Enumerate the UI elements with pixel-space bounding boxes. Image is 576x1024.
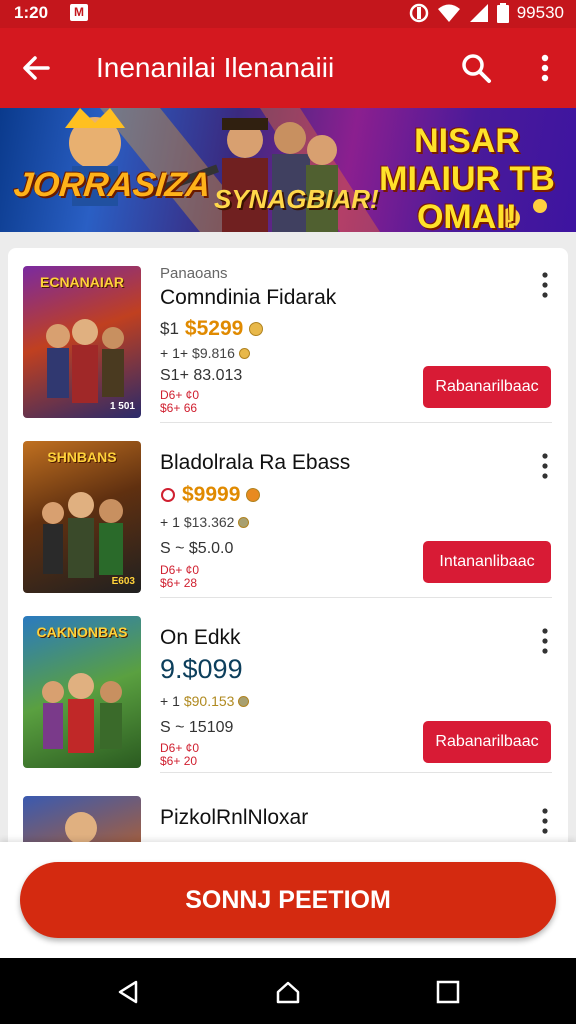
signal-icon <box>469 4 488 22</box>
sub-price-row: + 1 $13.362 <box>160 514 250 530</box>
product-price: $5299 <box>184 317 244 340</box>
coin-icon <box>238 347 250 359</box>
buy-button[interactable]: Intananlibaac <box>423 541 551 583</box>
banner-right-text: NISAR MIAIUR TB OMAI! <box>379 122 555 232</box>
list-item[interactable]: ECNANAIAR 1 501 Panaoans Comndinia Fidar… <box>8 248 568 423</box>
price-row: $1 $5299 <box>160 317 264 341</box>
product-thumbnail: CAKNONBAS <box>23 616 141 768</box>
thumbnail-tag: 1 501 <box>109 401 135 412</box>
sub-price-row: + 1+ $9.816 <box>160 345 250 361</box>
sub-price-value: $90.153 <box>183 693 235 709</box>
sub-price-prefix: + 1 <box>160 693 180 709</box>
sub-price-row: + 1 $90.153 <box>160 693 250 709</box>
product-category: Panaoans <box>160 265 228 282</box>
back-arrow-icon[interactable] <box>18 50 54 86</box>
coin-icon <box>249 322 264 336</box>
app-title: Inenanilai Ilenanaiii <box>96 52 335 83</box>
more-vert-icon[interactable] <box>530 50 560 86</box>
sub-price-prefix: + 1 <box>160 514 180 530</box>
primary-action-button[interactable]: SONNJ PEETIOM <box>20 862 556 938</box>
buy-button[interactable]: Rabanarilbaac <box>423 366 551 408</box>
more-vert-icon[interactable] <box>536 270 554 300</box>
price-note-2: $6+ 28 <box>160 576 198 590</box>
sync-icon <box>409 3 428 23</box>
sub-price-value: $13.362 <box>183 514 235 530</box>
more-vert-icon[interactable] <box>536 451 554 481</box>
thumbnail-title: SHNBANS <box>47 449 117 465</box>
status-time: 1:20 <box>14 3 49 22</box>
product-name: PizkolRnlNloxar <box>160 806 309 829</box>
list-item[interactable]: SHNBANS E603 Bladolrala Ra Ebass $9999 +… <box>8 423 568 598</box>
product-name: On Edkk <box>160 626 241 649</box>
price-note-2: $6+ 66 <box>160 401 198 415</box>
list-item[interactable]: CAKNONBAS On Edkk 9.$099 + 1 $90.153 S ~… <box>8 598 568 773</box>
product-list: ECNANAIAR 1 501 Panaoans Comndinia Fidar… <box>8 248 568 898</box>
more-vert-icon[interactable] <box>536 626 554 656</box>
banner-center-text: SYNAGBIAR! <box>214 184 379 214</box>
price-row: $9999 <box>160 483 261 507</box>
thumbnail-title: ECNANAIAR <box>40 274 124 290</box>
coin-icon <box>238 516 250 528</box>
product-thumbnail: SHNBANS E603 <box>23 441 141 593</box>
coin-icon <box>238 695 250 707</box>
sub-price-prefix: + 1+ <box>160 345 189 361</box>
search-icon[interactable] <box>458 50 494 86</box>
status-bar: 1:20 M 99530 <box>0 0 576 28</box>
price-note-2: $6+ 20 <box>160 754 198 768</box>
product-name: Bladolrala Ra Ebass <box>160 451 351 474</box>
secondary-price: S1+ 83.013 <box>160 367 243 384</box>
sub-price-value: $9.816 <box>192 345 235 361</box>
secondary-price: S ~ $5.0.0 <box>160 540 234 557</box>
price-prefix: $1 <box>160 319 179 338</box>
promo-banner[interactable]: JORRASIZA SYNAGBIAR! NISAR MIAIUR TB OMA… <box>0 108 576 232</box>
status-icons: 99530 <box>409 3 564 23</box>
banner-left-text: JORRASIZA <box>12 166 213 204</box>
product-thumbnail: ECNANAIAR 1 501 <box>23 266 141 418</box>
notification-icon: M <box>70 4 88 21</box>
more-vert-icon[interactable] <box>536 806 554 836</box>
divider <box>160 772 552 773</box>
secondary-price: S ~ 15109 <box>160 719 234 736</box>
battery-text: 99530 <box>516 3 564 22</box>
recents-nav-icon[interactable] <box>434 978 462 1006</box>
coin-icon <box>246 488 261 502</box>
price-row: 9.$099 <box>160 654 243 685</box>
wifi-icon <box>437 4 460 22</box>
back-nav-icon[interactable] <box>114 978 142 1006</box>
product-price: 9.$099 <box>160 654 243 684</box>
app-bar: Inenanilai Ilenanaiii <box>0 28 576 108</box>
tag-icon <box>161 488 175 502</box>
thumbnail-title: CAKNONBAS <box>36 624 128 640</box>
buy-button[interactable]: Rabanarilbaac <box>423 721 551 763</box>
battery-icon <box>496 3 509 23</box>
product-name: Comndinia Fidarak <box>160 286 337 309</box>
thumbnail-tag: E603 <box>111 576 135 587</box>
home-nav-icon[interactable] <box>274 978 302 1006</box>
system-nav-bar <box>0 958 576 1024</box>
bottom-action-area: SONNJ PEETIOM <box>0 842 576 958</box>
product-price: $9999 <box>182 483 241 506</box>
